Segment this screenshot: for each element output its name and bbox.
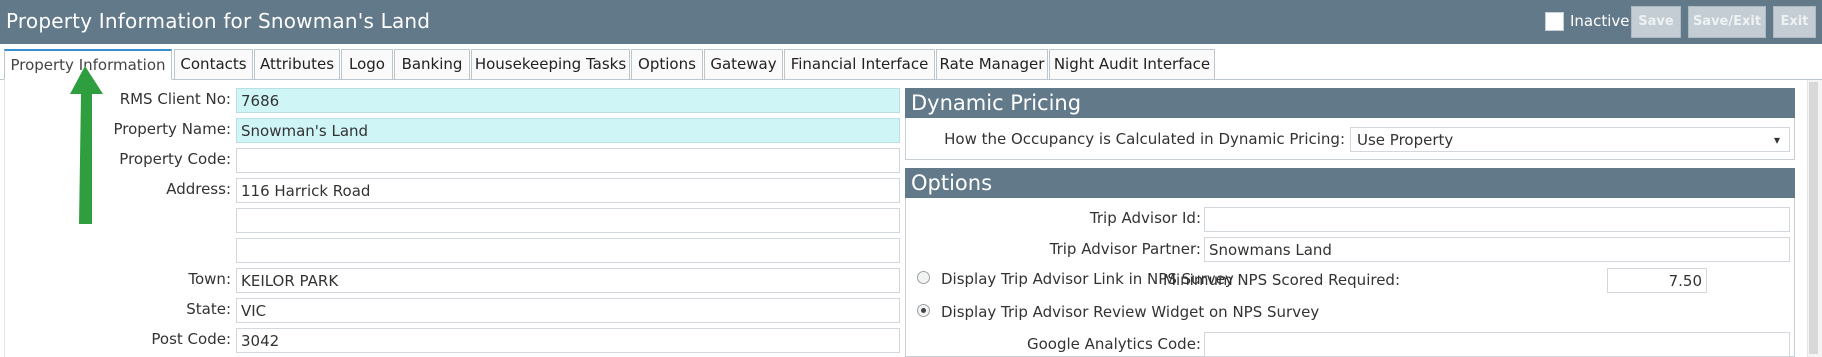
address-line3-field[interactable] — [236, 238, 900, 263]
options-heading: Options — [905, 168, 1795, 198]
dynamic-pricing-heading: Dynamic Pricing — [905, 88, 1795, 118]
display-widget-label: Display Trip Advisor Review Widget on NP… — [941, 303, 1320, 321]
town-field[interactable]: KEILOR PARK — [236, 268, 900, 293]
address-line1-field[interactable]: 116 Harrick Road — [236, 178, 900, 203]
state-field[interactable]: VIC — [236, 298, 900, 323]
trip-advisor-partner-field[interactable]: Snowmans Land — [1204, 237, 1790, 262]
property-code-field[interactable] — [236, 148, 900, 173]
trip-advisor-id-label: Trip Advisor Id: — [1089, 209, 1201, 227]
tab-banking[interactable]: Banking — [394, 49, 470, 80]
property-name-label: Property Name: — [113, 120, 231, 138]
inactive-label: Inactive — [1570, 12, 1630, 30]
save-exit-button[interactable]: Save/Exit — [1688, 6, 1766, 38]
state-label: State: — [186, 300, 231, 318]
page-title: Property Information for Snowman's Land — [6, 9, 431, 33]
exit-button[interactable]: Exit — [1773, 6, 1816, 38]
property-code-label: Property Code: — [119, 150, 231, 168]
chevron-down-icon: ▾ — [1774, 133, 1781, 147]
tab-options[interactable]: Options — [631, 49, 703, 80]
annotation-arrow-icon — [70, 66, 103, 224]
tab-housekeeping-tasks[interactable]: Housekeeping Tasks — [471, 49, 630, 80]
trip-advisor-id-field[interactable] — [1204, 207, 1790, 232]
client-no-field[interactable]: 7686 — [236, 88, 900, 113]
google-analytics-field[interactable] — [1204, 332, 1790, 357]
min-nps-label: Minimum NPS Scored Required: — [1163, 271, 1400, 289]
occupancy-label: How the Occupancy is Calculated in Dynam… — [944, 130, 1345, 148]
address-line2-field[interactable] — [236, 208, 900, 233]
occupancy-select[interactable]: Use Property — [1350, 127, 1790, 152]
tab-night-audit-interface[interactable]: Night Audit Interface — [1049, 49, 1215, 80]
google-analytics-label: Google Analytics Code: — [1026, 335, 1201, 353]
post-code-label: Post Code: — [151, 330, 231, 348]
tab-financial-interface[interactable]: Financial Interface — [784, 49, 935, 80]
min-nps-field[interactable]: 7.50 — [1607, 268, 1707, 293]
tab-logo[interactable]: Logo — [341, 49, 393, 80]
save-button[interactable]: Save — [1631, 6, 1681, 38]
town-label: Town: — [188, 270, 231, 288]
inactive-checkbox[interactable] — [1545, 12, 1564, 31]
address-label: Address: — [166, 180, 231, 198]
tab-bar: Property Information Contacts Attributes… — [0, 49, 1822, 80]
scrollbar-thumb[interactable] — [1809, 82, 1818, 354]
post-code-field[interactable]: 3042 — [236, 328, 900, 353]
client-no-label: RMS Client No: — [119, 90, 231, 108]
tab-contacts[interactable]: Contacts — [174, 49, 253, 80]
occupancy-select-value: Use Property — [1357, 131, 1454, 149]
trip-advisor-partner-label: Trip Advisor Partner: — [1049, 240, 1201, 258]
property-name-field[interactable]: Snowman's Land — [236, 118, 900, 143]
tab-attributes[interactable]: Attributes — [254, 49, 340, 80]
display-link-radio[interactable] — [917, 271, 930, 284]
display-widget-radio[interactable] — [917, 304, 930, 317]
title-bar: Property Information for Snowman's Land … — [0, 0, 1822, 44]
tab-rate-manager[interactable]: Rate Manager — [936, 49, 1048, 80]
tab-gateway[interactable]: Gateway — [704, 49, 783, 80]
